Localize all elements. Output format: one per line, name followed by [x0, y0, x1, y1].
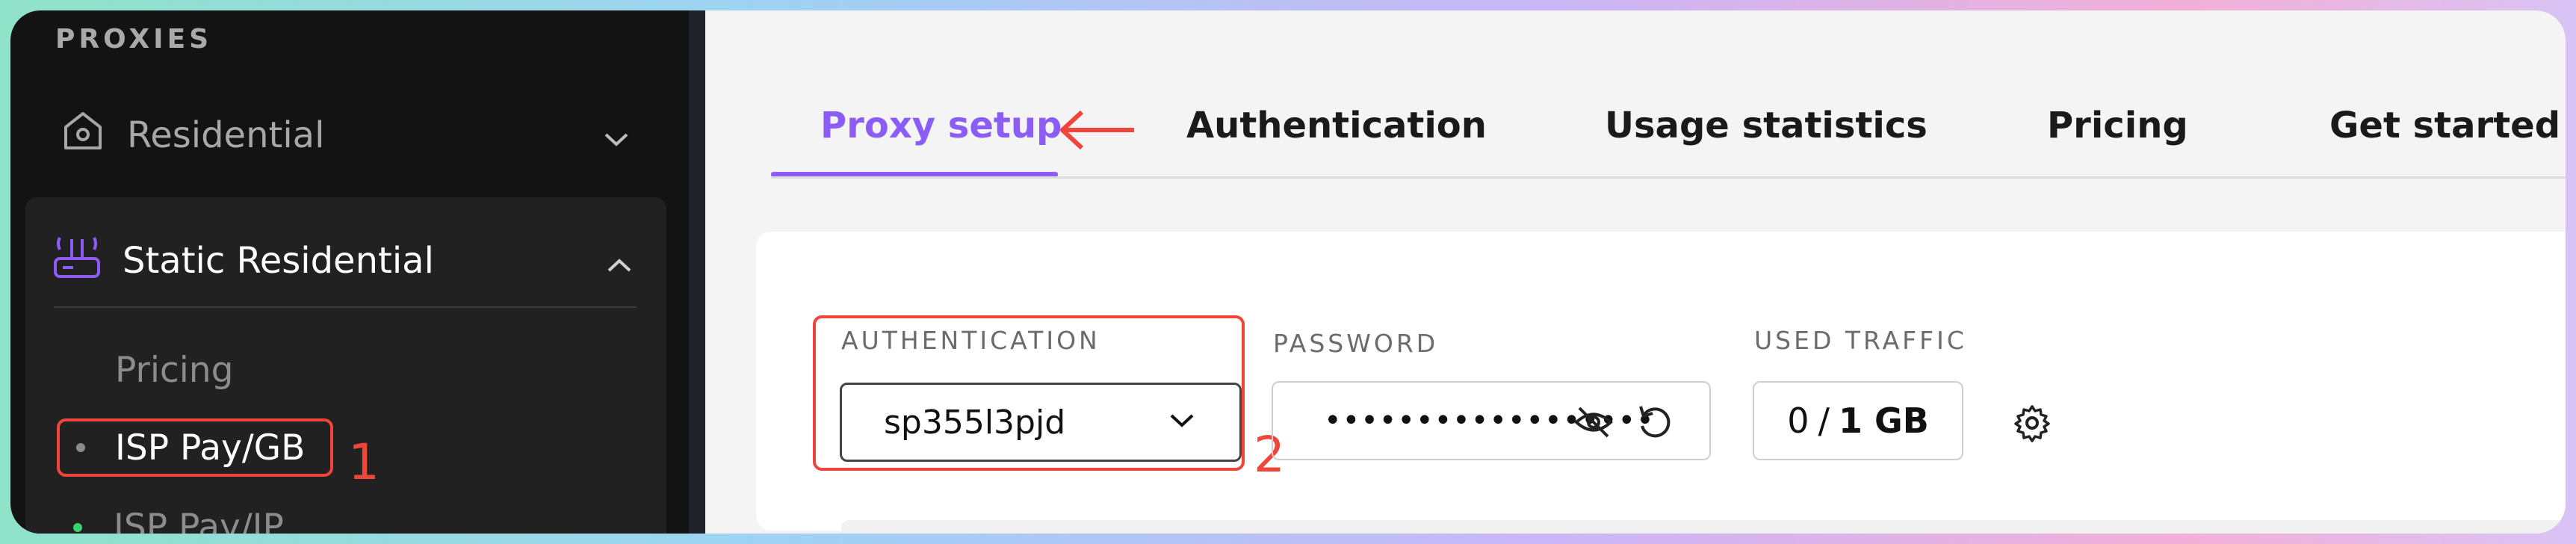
annotation-marker-1: 1 [348, 433, 380, 491]
used-traffic-value: 0 / 1 GB [1753, 381, 1963, 460]
tab-proxy-setup[interactable]: Proxy setup [820, 105, 1062, 146]
bullet-dot [76, 443, 85, 452]
sidebar-subitem-isp-pay-ip[interactable]: ISP Pay/IP [55, 507, 284, 534]
authentication-select[interactable]: sp355l3pjd [840, 383, 1242, 462]
proxy-setup-card: AUTHENTICATION sp355l3pjd 2 PASSWORD •••… [756, 232, 2566, 531]
tab-pricing[interactable]: Pricing [2047, 105, 2188, 146]
password-field[interactable]: •••••••••••••••••• [1272, 381, 1711, 460]
chevron-down-icon[interactable] [604, 114, 629, 156]
router-icon [52, 232, 102, 290]
divider [54, 306, 637, 308]
sidebar-subitem-pricing[interactable]: Pricing [115, 350, 233, 391]
authentication-label: AUTHENTICATION [841, 326, 1100, 355]
app-window: PROXIES Residential Static Residential P… [10, 10, 2566, 534]
sidebar-item-label: Static Residential [123, 240, 434, 282]
authentication-value: sp355l3pjd [884, 403, 1066, 442]
eye-off-icon[interactable] [1573, 402, 1614, 445]
traffic-separator: / [1818, 401, 1830, 441]
traffic-total: 1 GB [1838, 401, 1929, 441]
sidebar-divider [689, 10, 705, 534]
tab-bar-divider [771, 176, 2566, 179]
sidebar-item-residential[interactable]: Residential [61, 94, 629, 176]
sidebar-item-static-residential[interactable]: Static Residential [52, 227, 632, 294]
sidebar-subitem-isp-pay-gb[interactable]: ISP Pay/GB [57, 418, 333, 477]
sidebar-section-title: PROXIES [55, 24, 213, 55]
sidebar-item-label: Residential [127, 114, 325, 156]
chevron-up-icon[interactable] [607, 240, 632, 282]
tab-get-started[interactable]: Get started [2329, 105, 2560, 146]
tab-bar: Proxy setup Authentication Usage statist… [771, 93, 2566, 179]
traffic-used: 0 [1787, 401, 1809, 441]
used-traffic-label: USED TRAFFIC [1754, 326, 1967, 355]
annotation-arrow-icon [1055, 108, 1137, 155]
sidebar-subitem-label: ISP Pay/IP [114, 507, 284, 534]
sidebar-subitem-label: ISP Pay/GB [115, 427, 306, 469]
password-label: PASSWORD [1273, 329, 1439, 358]
sidebar: PROXIES Residential Static Residential P… [10, 10, 689, 534]
chevron-down-icon [1169, 413, 1195, 431]
gear-icon[interactable] [2013, 404, 2052, 445]
regenerate-icon[interactable] [1635, 402, 1675, 445]
tab-usage-statistics[interactable]: Usage statistics [1605, 105, 1928, 146]
content-panel-edge [841, 520, 2566, 534]
status-dot [73, 522, 82, 532]
tab-authentication[interactable]: Authentication [1186, 105, 1487, 146]
home-icon [61, 109, 105, 161]
